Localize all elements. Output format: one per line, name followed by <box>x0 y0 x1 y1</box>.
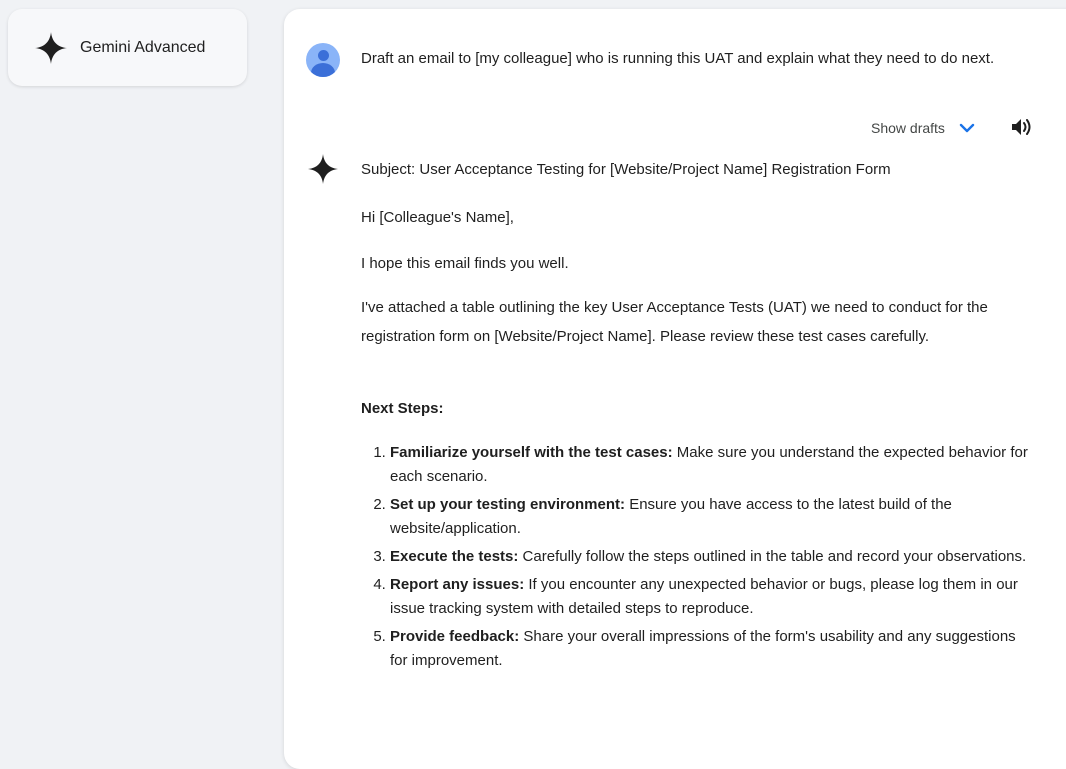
email-greeting: Hi [Colleague's Name], <box>361 209 514 226</box>
model-badge[interactable]: Gemini Advanced <box>8 9 247 86</box>
gemini-response-icon <box>308 154 338 184</box>
user-prompt: Draft an email to [my colleague] who is … <box>361 50 995 67</box>
chevron-down-icon <box>959 123 975 133</box>
gemini-sparkle-icon <box>35 31 67 64</box>
chat-panel: Draft an email to [my colleague] who is … <box>284 9 1066 769</box>
list-item: Execute the tests: Carefully follow the … <box>390 545 1030 569</box>
show-drafts-label: Show drafts <box>871 120 945 136</box>
list-item: Provide feedback: Share your overall imp… <box>390 625 1030 673</box>
list-item: Report any issues: If you encounter any … <box>390 573 1030 621</box>
email-body: I've attached a table outlining the key … <box>361 299 988 345</box>
next-steps-list: Familiarize yourself with the test cases… <box>361 441 1030 677</box>
list-item: Familiarize yourself with the test cases… <box>390 441 1030 489</box>
email-opening: I hope this email finds you well. <box>361 255 569 272</box>
list-item: Set up your testing environment: Ensure … <box>390 493 1030 541</box>
user-avatar <box>306 43 340 77</box>
show-drafts-button[interactable]: Show drafts <box>871 120 975 136</box>
speaker-icon[interactable] <box>1010 117 1032 137</box>
model-label: Gemini Advanced <box>80 38 206 56</box>
email-subject: Subject: User Acceptance Testing for [We… <box>361 161 891 178</box>
next-steps-heading: Next Steps: <box>361 400 444 417</box>
